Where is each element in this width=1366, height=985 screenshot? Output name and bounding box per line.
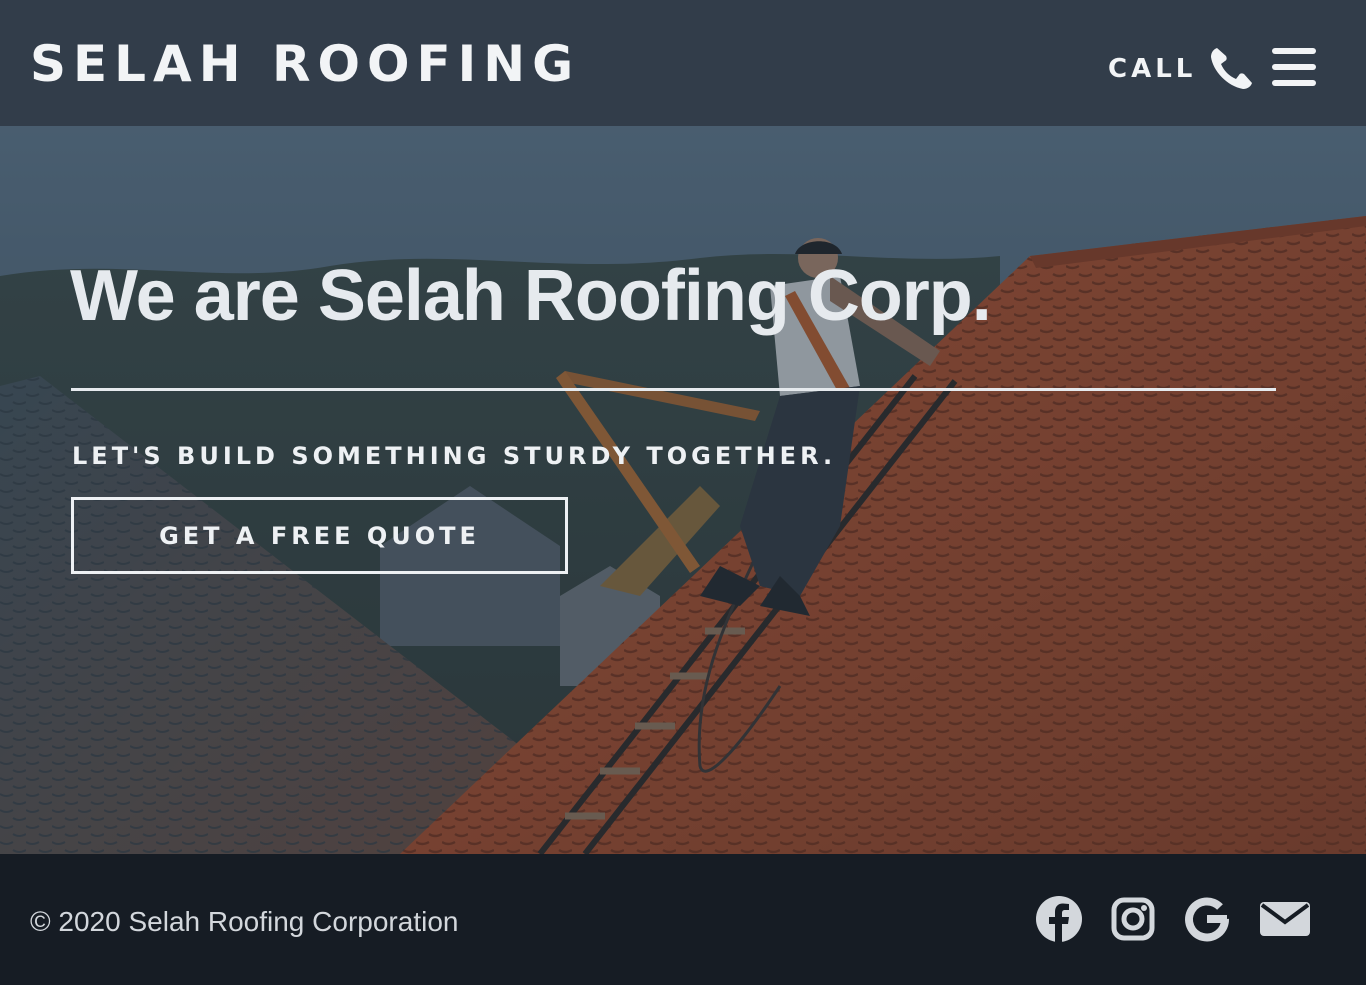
instagram-icon[interactable] (1108, 894, 1158, 944)
phone-icon (1211, 48, 1253, 89)
copyright-text: © 2020 Selah Roofing Corporation (30, 906, 459, 937)
hero-overlay (0, 126, 1366, 854)
email-icon[interactable] (1258, 894, 1312, 944)
facebook-icon[interactable] (1034, 894, 1084, 944)
hero-tagline: LET'S BUILD SOMETHING STURDY TOGETHER. (72, 442, 837, 470)
call-label: CALL (1108, 54, 1197, 84)
call-link[interactable]: CALL (1108, 44, 1256, 94)
site-header: SELAH ROOFING CALL (0, 0, 1366, 126)
hero-divider (71, 388, 1276, 391)
brand-logo[interactable]: SELAH ROOFING (30, 34, 580, 94)
hero-section: We are Selah Roofing Corp. LET'S BUILD S… (0, 126, 1366, 854)
get-free-quote-button[interactable]: GET A FREE QUOTE (71, 497, 568, 574)
site-footer: © 2020 Selah Roofing Corporation (0, 854, 1366, 985)
hamburger-menu-icon[interactable] (1272, 46, 1316, 88)
hero-title: We are Selah Roofing Corp. (70, 256, 992, 336)
google-icon[interactable] (1182, 894, 1232, 944)
